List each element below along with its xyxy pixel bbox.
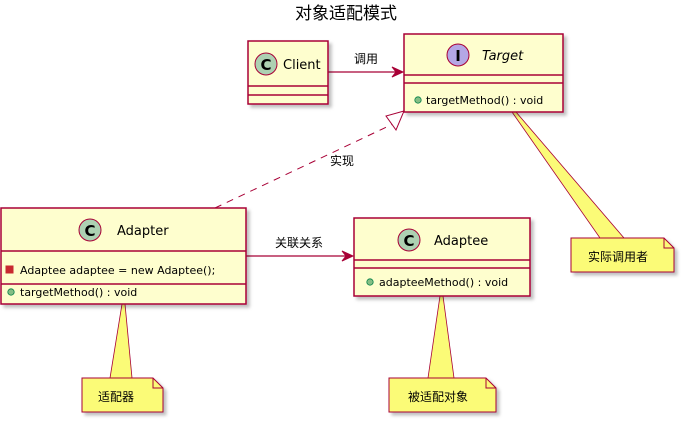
public-method-icon	[366, 278, 374, 286]
stereotype-letter: C	[260, 56, 271, 74]
realize-label: 实现	[330, 153, 354, 168]
public-method-icon	[414, 96, 422, 104]
diagram-title: 对象适配模式	[295, 4, 397, 24]
class-name: Client	[283, 58, 321, 73]
stereotype-letter: C	[403, 232, 414, 250]
public-method-icon	[7, 288, 15, 296]
adapter-field: Adaptee adaptee = new Adaptee();	[5, 264, 215, 277]
call-relation: 调用	[328, 52, 405, 78]
private-field-icon	[5, 265, 14, 274]
method-signature: targetMethod() : void	[20, 286, 137, 299]
realization-triangle-icon	[385, 110, 405, 132]
uml-class-diagram: 对象适配模式 调用 实现 关联关系 C Client I Target targ…	[0, 4, 675, 413]
stereotype-letter: I	[455, 47, 461, 65]
association-relation: 关联关系	[246, 236, 355, 262]
class-name: Adaptee	[434, 234, 488, 249]
field-declaration: Adaptee adaptee = new Adaptee();	[20, 264, 215, 277]
stereotype-letter: C	[84, 222, 95, 240]
call-label: 调用	[354, 52, 378, 66]
method-signature: adapteeMethod() : void	[379, 276, 508, 289]
target-method: targetMethod() : void	[414, 94, 543, 107]
adapter-method: targetMethod() : void	[7, 286, 137, 299]
class-name: Adapter	[117, 224, 169, 239]
adaptee-method: adapteeMethod() : void	[366, 276, 508, 289]
note-target-text: 实际调用者	[588, 249, 648, 264]
method-signature: targetMethod() : void	[426, 94, 543, 107]
realize-relation: 实现	[214, 110, 405, 209]
note-adaptee-text: 被适配对象	[408, 390, 468, 404]
associate-label: 关联关系	[275, 236, 323, 250]
interface-name: Target	[482, 49, 524, 64]
note-adapter-text: 适配器	[98, 390, 134, 404]
